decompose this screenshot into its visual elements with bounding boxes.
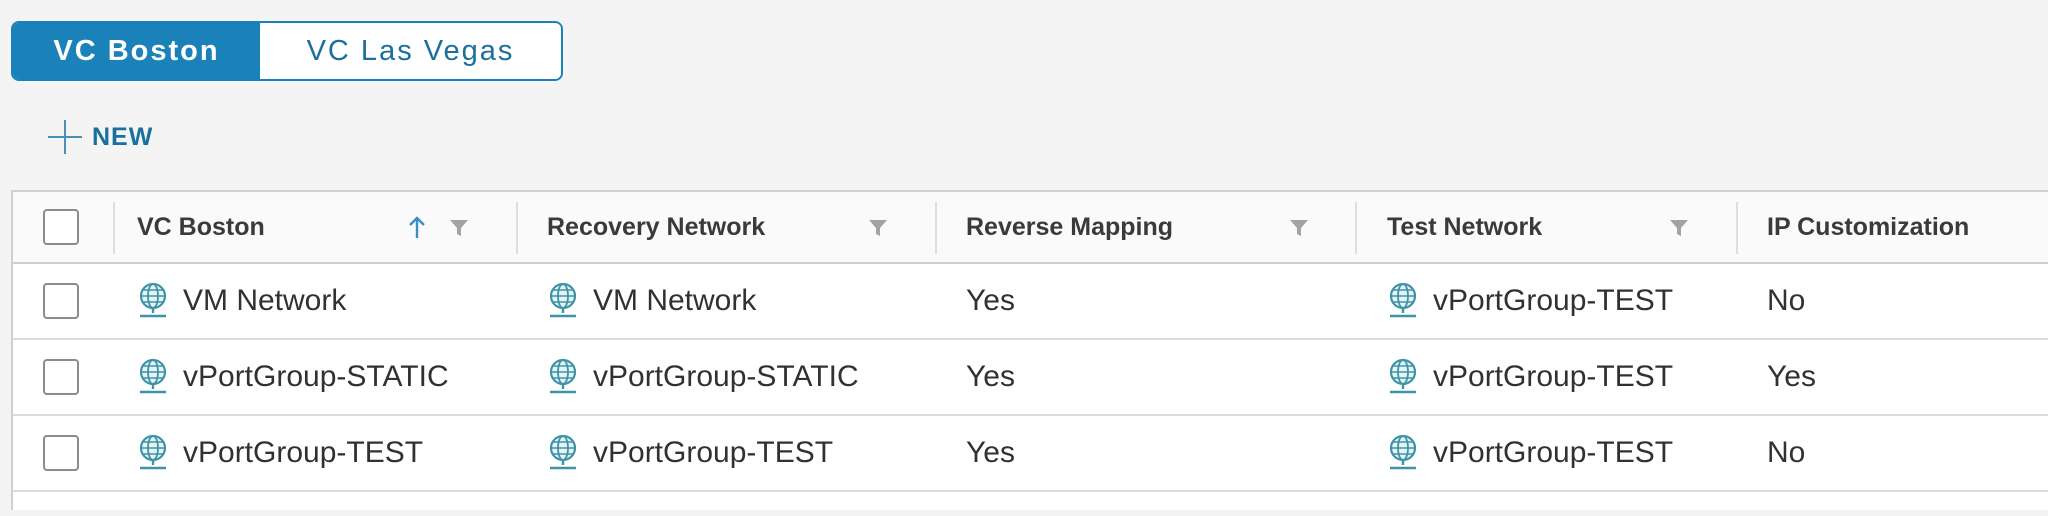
vc-network-name: vPortGroup-STATIC	[183, 360, 449, 393]
network-globe-icon	[1389, 358, 1417, 394]
network-globe-icon	[549, 434, 577, 470]
recovery-network-name: vPortGroup-STATIC	[593, 360, 859, 393]
filter-icon[interactable]	[868, 218, 888, 238]
table-row[interactable]: vPortGroup-TEST vPortGroup-TEST Yes vPor…	[13, 416, 2048, 492]
network-mappings-panel: VC Boston VC Las Vegas NEW VC Boston Rec…	[0, 0, 2048, 516]
test-network-name: vPortGroup-TEST	[1433, 360, 1674, 393]
tab-vc-las-vegas[interactable]: VC Las Vegas	[260, 23, 561, 79]
network-globe-icon	[1389, 434, 1417, 470]
select-all-checkbox[interactable]	[43, 209, 79, 245]
test-network-name: vPortGroup-TEST	[1433, 436, 1674, 469]
column-label: VC Boston	[137, 212, 265, 241]
tab-vc-boston[interactable]: VC Boston	[13, 23, 260, 79]
column-header-reverse-mapping[interactable]: Reverse Mapping	[966, 192, 1173, 262]
ip-customization-value: Yes	[1767, 360, 1816, 393]
new-button[interactable]: NEW	[48, 120, 153, 154]
table-row[interactable]: VM Network VM Network Yes vPortGroup-TES…	[13, 264, 2048, 340]
vc-network-name: vPortGroup-TEST	[183, 436, 424, 469]
network-mappings-grid: VC Boston Recovery Network Reverse Mappi…	[11, 190, 2048, 510]
row-checkbox[interactable]	[43, 359, 79, 395]
reverse-mapping-value: Yes	[966, 360, 1015, 393]
column-header-recovery-network[interactable]: Recovery Network	[547, 192, 765, 262]
reverse-mapping-value: Yes	[966, 436, 1015, 469]
column-label: IP Customization	[1767, 212, 1970, 241]
filter-icon[interactable]	[1669, 218, 1689, 238]
grid-header: VC Boston Recovery Network Reverse Mappi…	[13, 192, 2048, 264]
filter-icon[interactable]	[1289, 218, 1309, 238]
column-divider	[1736, 202, 1738, 254]
vc-network-name: VM Network	[183, 284, 347, 317]
ip-customization-value: No	[1767, 284, 1806, 317]
column-divider	[935, 202, 937, 254]
ip-customization-value: No	[1767, 436, 1806, 469]
column-label: Recovery Network	[547, 212, 766, 241]
recovery-network-name: vPortGroup-TEST	[593, 436, 834, 469]
plus-icon	[48, 120, 82, 154]
column-label: Test Network	[1387, 212, 1543, 241]
reverse-mapping-value: Yes	[966, 284, 1015, 317]
sort-ascending-icon[interactable]	[407, 216, 427, 240]
column-header-test-network[interactable]: Test Network	[1387, 192, 1542, 262]
network-globe-icon	[549, 358, 577, 394]
column-divider	[1355, 202, 1357, 254]
column-divider	[113, 202, 115, 254]
column-label: Reverse Mapping	[966, 212, 1174, 241]
row-checkbox[interactable]	[43, 435, 79, 471]
table-row[interactable]: vPortGroup-STATIC vPortGroup-STATIC Yes	[13, 340, 2048, 416]
recovery-network-name: VM Network	[593, 284, 757, 317]
network-globe-icon	[1389, 282, 1417, 318]
column-divider	[516, 202, 518, 254]
row-checkbox[interactable]	[43, 283, 79, 319]
filter-icon[interactable]	[449, 218, 469, 238]
new-button-label: NEW	[92, 122, 154, 151]
network-globe-icon	[139, 282, 167, 318]
network-globe-icon	[139, 434, 167, 470]
network-globe-icon	[139, 358, 167, 394]
column-header-vc-boston[interactable]: VC Boston	[137, 192, 265, 262]
network-globe-icon	[549, 282, 577, 318]
vc-tab-group: VC Boston VC Las Vegas	[11, 21, 563, 81]
column-header-ip-customization[interactable]: IP Customization	[1767, 192, 1969, 262]
test-network-name: vPortGroup-TEST	[1433, 284, 1674, 317]
